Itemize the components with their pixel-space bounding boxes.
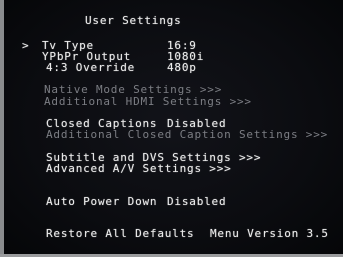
- menu-title: User Settings: [85, 14, 182, 27]
- menu-item-override[interactable]: 4:3 Override 480p: [4, 62, 343, 74]
- auto-power-down-label: Auto Power Down: [46, 195, 158, 208]
- override-label: 4:3 Override: [46, 61, 136, 74]
- auto-power-down-value: Disabled: [167, 195, 227, 208]
- photo-frame: User Settings > Tv Type 16:9 YPbPr Outpu…: [0, 0, 343, 257]
- menu-item-additional-hdmi[interactable]: Additional HDMI Settings >>>: [44, 96, 252, 108]
- override-value: 480p: [167, 61, 197, 74]
- menu-item-auto-power-down[interactable]: Auto Power Down Disabled: [4, 196, 343, 208]
- menu-item-advanced-av[interactable]: Advanced A/V Settings >>>: [46, 163, 232, 175]
- menu-item-additional-closed-caption[interactable]: Additional Closed Caption Settings >>>: [46, 129, 328, 141]
- menu-item-restore-defaults[interactable]: Restore All Defaults: [46, 228, 194, 240]
- tv-screen: User Settings > Tv Type 16:9 YPbPr Outpu…: [4, 0, 343, 254]
- menu-version: Menu Version 3.5: [210, 227, 329, 240]
